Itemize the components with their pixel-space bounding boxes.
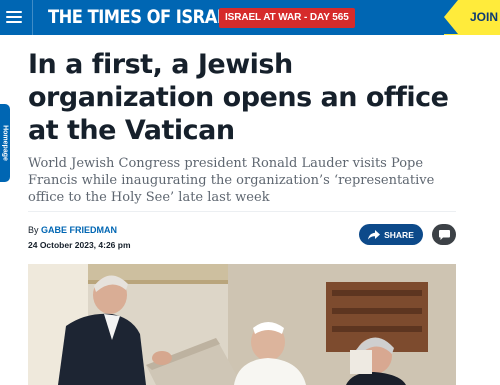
article-subtitle: World Jewish Congress president Ronald L… (28, 156, 435, 205)
publish-date: 24 October 2023, 4:26 pm (28, 240, 131, 250)
photo-scene (28, 264, 456, 385)
war-day-badge[interactable]: ISRAEL AT WAR - DAY 565 (219, 8, 355, 28)
divider (28, 211, 456, 212)
share-button-label: SHARE (384, 229, 414, 240)
author-link[interactable]: GABE FRIEDMAN (41, 225, 117, 235)
share-arrow-icon (368, 229, 381, 239)
article-headline: In a first, a Jewish organization opens … (28, 49, 449, 146)
byline: By GABE FRIEDMAN (28, 225, 117, 235)
site-logo[interactable]: THE TIMES OF ISRAEL (48, 6, 238, 28)
join-button-label: JOIN (470, 10, 499, 24)
comment-icon (438, 229, 450, 240)
homepage-tab[interactable]: Homepage (0, 104, 10, 182)
share-button[interactable]: SHARE (359, 224, 423, 245)
byline-prefix: By (28, 225, 39, 235)
menu-divider (32, 0, 33, 35)
top-bar: THE TIMES OF ISRAEL ISRAEL AT WAR - DAY … (0, 0, 500, 35)
menu-icon[interactable] (6, 9, 22, 25)
comments-button[interactable] (432, 224, 456, 245)
join-button[interactable]: JOIN (444, 0, 500, 35)
article-photo[interactable] (28, 264, 456, 385)
homepage-tab-label: Homepage (1, 125, 9, 161)
